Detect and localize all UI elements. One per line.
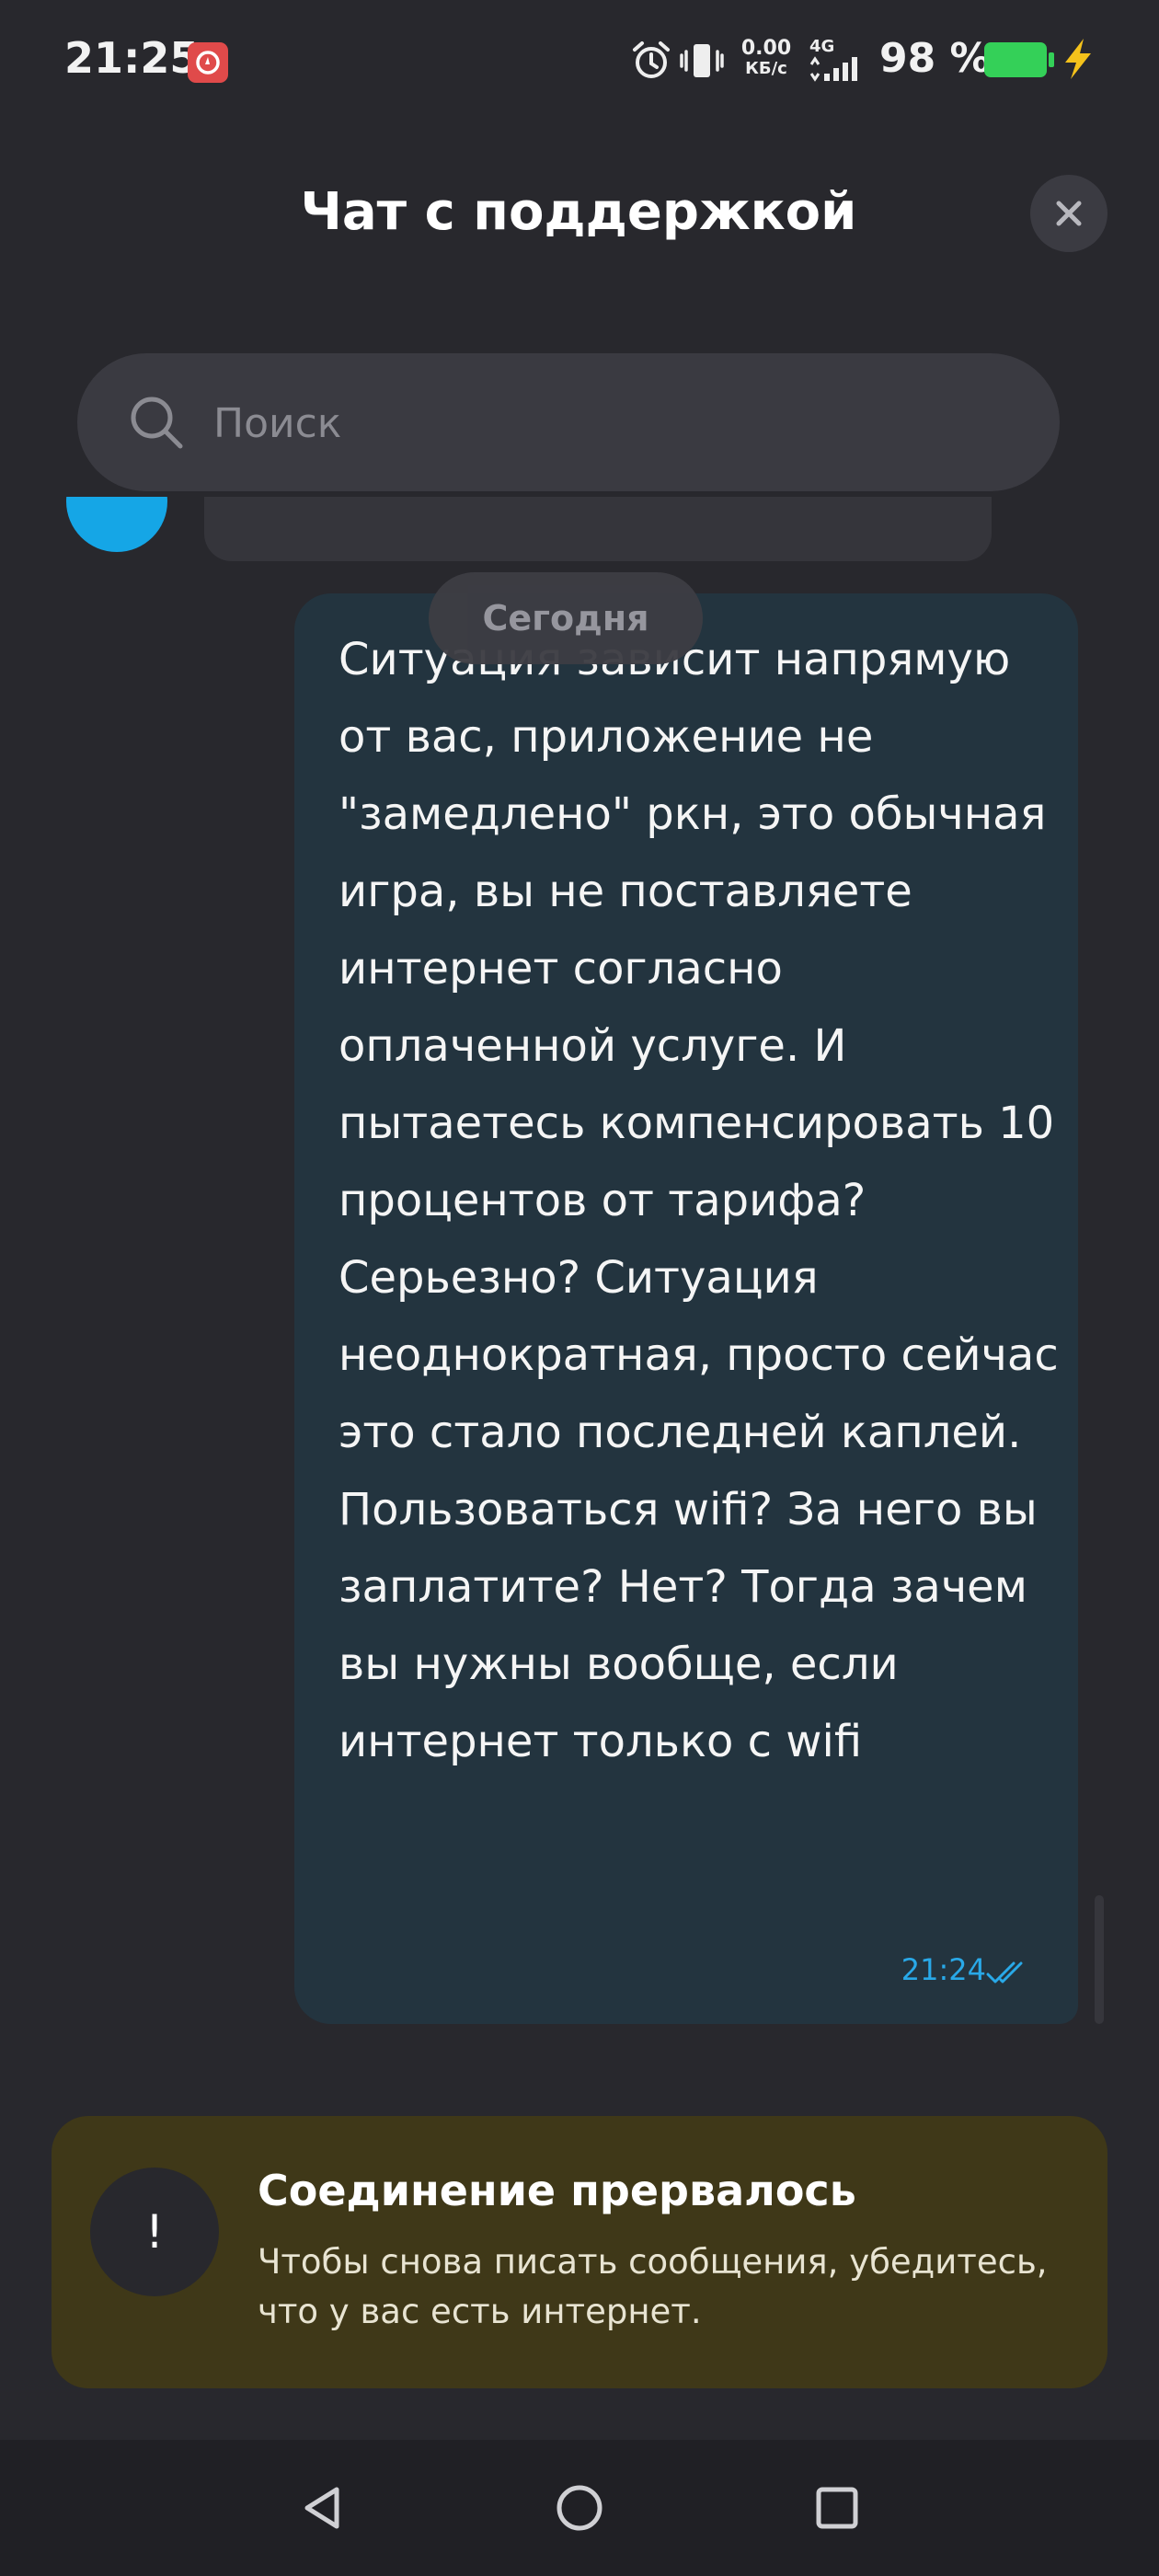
alarm-icon	[633, 41, 670, 78]
recents-button[interactable]	[791, 2462, 883, 2554]
double-check-icon	[986, 1961, 1023, 1984]
chat-header: Чат с поддержкой	[0, 156, 1159, 267]
status-time: 21:25	[64, 33, 200, 83]
home-button[interactable]	[534, 2462, 625, 2554]
charging-icon	[1065, 39, 1091, 79]
status-bar: 21:25 0.00 КБ/с 4G 98 %	[0, 0, 1159, 120]
scrollbar[interactable]	[1095, 1895, 1104, 2024]
previous-message-bubble	[204, 497, 992, 561]
close-button[interactable]	[1030, 175, 1107, 252]
network-type: 4G	[809, 37, 835, 56]
error-text: Чтобы снова писать сообщения, убедитесь,…	[258, 2242, 1048, 2331]
search-input[interactable]	[212, 353, 1025, 493]
signal-icon	[809, 56, 857, 82]
home-icon	[557, 2485, 602, 2531]
net-speed-unit: КБ/с	[745, 59, 787, 78]
net-speed-value: 0.00	[740, 37, 792, 60]
exclamation-icon: !	[90, 2168, 219, 2296]
search-bar[interactable]	[77, 353, 1060, 493]
date-label: Сегодня	[482, 598, 649, 638]
connection-error-banner: ! Соединение прервалось Чтобы снова писа…	[52, 2116, 1107, 2388]
message-bubble[interactable]: Ситуация зависит напрямую от вас, прилож…	[294, 593, 1078, 2024]
date-divider: Сегодня	[429, 572, 703, 664]
back-button[interactable]	[276, 2462, 368, 2554]
error-title: Соединение прервалось	[258, 2166, 856, 2215]
avatar	[66, 497, 167, 552]
chat-messages[interactable]: Ситуация зависит напрямую от вас, прилож…	[0, 497, 1159, 2061]
page-title: Чат с поддержкой	[300, 182, 857, 242]
search-icon	[131, 397, 183, 449]
message-text: Ситуация зависит напрямую от вас, прилож…	[339, 634, 1059, 1767]
system-nav-bar	[0, 2440, 1159, 2576]
app-notification-icon	[188, 42, 228, 83]
message-time: 21:24	[901, 1952, 986, 1987]
net-speed: 0.00 КБ/с	[734, 39, 798, 79]
recents-icon	[816, 2487, 858, 2529]
vibrate-icon	[680, 44, 724, 77]
close-icon	[1056, 201, 1082, 226]
back-icon	[304, 2487, 339, 2529]
battery-icon	[984, 42, 1054, 77]
battery-percent: 98 %	[879, 35, 991, 82]
